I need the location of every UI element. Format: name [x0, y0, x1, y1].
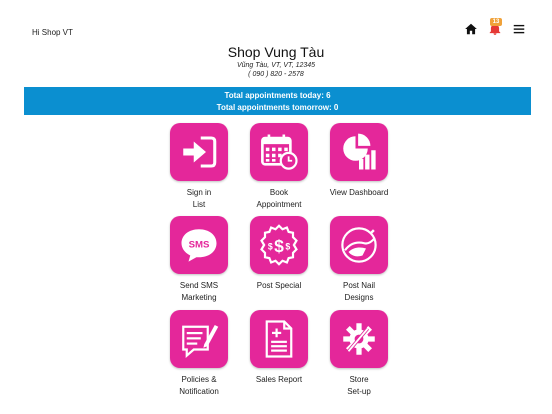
store-label-line2: Set-up [347, 387, 371, 396]
top-icons: 13 [464, 18, 526, 36]
shop-address: Vũng Tàu, VT, VT, 12345 [236, 62, 316, 69]
home-icon[interactable] [464, 22, 478, 36]
sales-label-line1: Sales Report [255, 375, 303, 384]
policies-label: Policies & Notification [156, 374, 242, 398]
sales-tile [250, 310, 308, 368]
gear-wrench-icon [343, 323, 375, 355]
notification-badge: 13 [490, 18, 502, 26]
store-label: Store Set-up [316, 374, 402, 398]
policies-label-line2: Notification [179, 387, 219, 396]
menu-icon[interactable] [512, 22, 526, 36]
policy-edit-icon [182, 325, 219, 359]
store-label-line1: Store [349, 375, 369, 384]
post-nail-designs-button[interactable]: Post Nail Designs [316, 216, 402, 304]
shop-name: Shop Vung Tàu [227, 44, 325, 60]
policies-notification-button[interactable]: Policies & Notification [156, 310, 242, 398]
top-bar: Hi Shop VT 13 [0, 0, 552, 46]
dollar-badge-icon: $ $ $ [260, 224, 298, 266]
sms-label: Send SMS Marketing [156, 280, 242, 304]
svg-text:$: $ [285, 241, 290, 251]
sales-report-button[interactable]: Sales Report [236, 310, 322, 386]
sales-label: Sales Report [236, 374, 322, 386]
nail-label-line2: Designs [344, 293, 374, 302]
book-tile [250, 123, 308, 181]
nail-label: Post Nail Designs [316, 280, 402, 304]
store-tile [330, 310, 388, 368]
send-sms-marketing-button[interactable]: SMS Send SMS Marketing [156, 216, 242, 304]
view-dashboard-button[interactable]: View Dashboard [316, 123, 402, 199]
report-document-icon [265, 320, 293, 358]
sign-in-icon [183, 136, 217, 168]
shop-phone: ( 090 ) 820 - 2578 [248, 71, 304, 78]
special-label: Post Special [236, 280, 322, 292]
dashboard-label-line1: View Dashboard [329, 188, 389, 197]
nail-tile [330, 216, 388, 274]
shop-header: Shop Vung Tàu Vũng Tàu, VT, VT, 12345 ( … [0, 44, 552, 78]
svg-text:$: $ [274, 236, 284, 256]
special-tile: $ $ $ [250, 216, 308, 274]
appointments-today: Total appointments today: 6 [224, 91, 331, 100]
sign-in-label-line1: Sign in [186, 188, 212, 197]
greeting-text: Hi Shop VT [32, 28, 73, 37]
book-label-line1: Book [269, 188, 289, 197]
sms-tile: SMS [170, 216, 228, 274]
nail-polish-icon [341, 227, 377, 263]
policies-label-line1: Policies & [181, 375, 217, 384]
appointments-tomorrow: Total appointments tomorrow: 0 [216, 103, 339, 112]
dashboard-tile [330, 123, 388, 181]
policies-tile [170, 310, 228, 368]
book-appointment-button[interactable]: Book Appointment [236, 123, 322, 211]
sign-in-tile [170, 123, 228, 181]
book-label-line2: Appointment [256, 200, 302, 209]
nail-label-line1: Post Nail [342, 281, 375, 290]
sms-bubble-icon: SMS [181, 229, 217, 262]
sms-label-line2: Marketing [181, 293, 217, 302]
special-label-line1: Post Special [256, 281, 302, 290]
sign-in-list-button[interactable]: Sign in List [156, 123, 242, 211]
sign-in-label-line2: List [192, 200, 206, 209]
store-setup-button[interactable]: Store Set-up [316, 310, 402, 398]
dashboard-label: View Dashboard [316, 187, 402, 199]
book-label: Book Appointment [236, 187, 322, 211]
appointments-banner: Total appointments today: 6 Total appoin… [24, 87, 531, 115]
calendar-clock-icon [261, 134, 298, 170]
sign-in-label: Sign in List [156, 187, 242, 211]
dashboard-chart-icon [343, 133, 376, 170]
sms-icon-text: SMS [189, 240, 210, 251]
sms-label-line1: Send SMS [179, 281, 219, 290]
notification-button[interactable]: 13 [488, 18, 502, 36]
svg-text:$: $ [268, 241, 273, 251]
post-special-button[interactable]: $ $ $ Post Special [236, 216, 322, 292]
